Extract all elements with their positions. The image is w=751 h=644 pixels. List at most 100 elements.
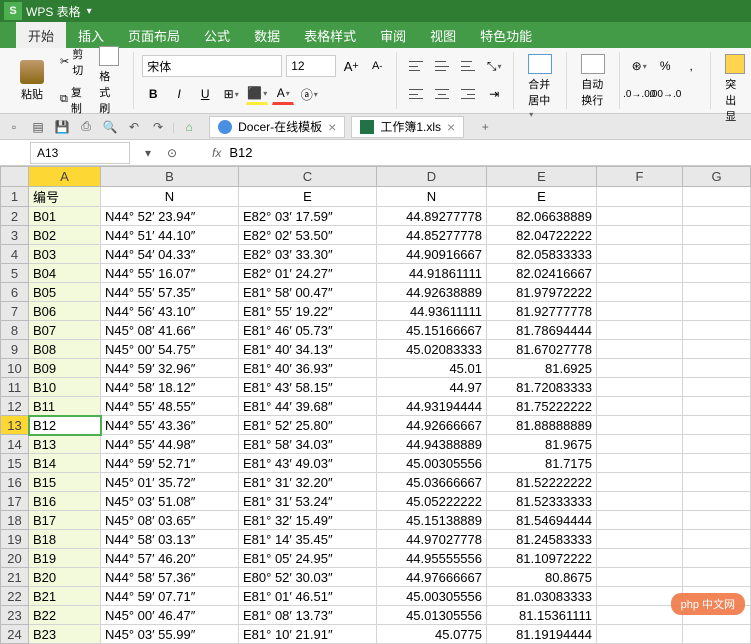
cell-17-E[interactable]: 81.52333333 xyxy=(487,492,597,511)
save-icon[interactable]: 💾 xyxy=(52,117,72,137)
cell-9-D[interactable]: 45.02083333 xyxy=(377,340,487,359)
cell-22-C[interactable]: E81° 01′ 46.51″ xyxy=(239,587,377,606)
cell-1-D[interactable]: N xyxy=(377,187,487,207)
cell-15-A[interactable]: B14 xyxy=(29,454,101,473)
row-header-1[interactable]: 1 xyxy=(1,187,29,207)
document-tab-1[interactable]: 工作簿1.xls× xyxy=(351,116,464,138)
cell-4-B[interactable]: N44° 54′ 04.33″ xyxy=(101,245,239,264)
cell-24-B[interactable]: N45° 03′ 55.99″ xyxy=(101,625,239,644)
align-top-button[interactable] xyxy=(405,55,427,77)
cell-15-E[interactable]: 81.7175 xyxy=(487,454,597,473)
cell-19-G[interactable] xyxy=(683,530,751,549)
row-header-21[interactable]: 21 xyxy=(1,568,29,587)
row-header-5[interactable]: 5 xyxy=(1,264,29,283)
cell-24-E[interactable]: 81.19194444 xyxy=(487,625,597,644)
cell-8-C[interactable]: E81° 46′ 05.73″ xyxy=(239,321,377,340)
cell-19-E[interactable]: 81.24583333 xyxy=(487,530,597,549)
cell-8-D[interactable]: 45.15166667 xyxy=(377,321,487,340)
cell-7-D[interactable]: 44.93611111 xyxy=(377,302,487,321)
cell-3-G[interactable] xyxy=(683,226,751,245)
cell-20-A[interactable]: B19 xyxy=(29,549,101,568)
cell-10-C[interactable]: E81° 40′ 36.93″ xyxy=(239,359,377,378)
cell-11-B[interactable]: N44° 58′ 18.12″ xyxy=(101,378,239,397)
new-file-icon[interactable]: ▫ xyxy=(4,117,24,137)
cell-15-C[interactable]: E81° 43′ 49.03″ xyxy=(239,454,377,473)
cell-8-E[interactable]: 81.78694444 xyxy=(487,321,597,340)
cell-9-F[interactable] xyxy=(597,340,683,359)
cell-23-A[interactable]: B22 xyxy=(29,606,101,625)
cell-22-E[interactable]: 81.03083333 xyxy=(487,587,597,606)
cell-10-F[interactable] xyxy=(597,359,683,378)
cell-3-E[interactable]: 82.04722222 xyxy=(487,226,597,245)
border-button[interactable]: ⊞▾ xyxy=(220,83,242,105)
cell-24-F[interactable] xyxy=(597,625,683,644)
cell-13-A[interactable]: B12 xyxy=(29,416,101,435)
cell-23-E[interactable]: 81.15361111 xyxy=(487,606,597,625)
cell-5-D[interactable]: 44.91861111 xyxy=(377,264,487,283)
cell-13-B[interactable]: N44° 55′ 43.36″ xyxy=(101,416,239,435)
cell-20-D[interactable]: 44.95555556 xyxy=(377,549,487,568)
row-header-15[interactable]: 15 xyxy=(1,454,29,473)
row-header-13[interactable]: 13 xyxy=(1,416,29,435)
cell-14-G[interactable] xyxy=(683,435,751,454)
cell-18-B[interactable]: N45° 08′ 03.65″ xyxy=(101,511,239,530)
row-header-16[interactable]: 16 xyxy=(1,473,29,492)
cell-17-B[interactable]: N45° 03′ 51.08″ xyxy=(101,492,239,511)
row-header-14[interactable]: 14 xyxy=(1,435,29,454)
cell-4-F[interactable] xyxy=(597,245,683,264)
cell-20-G[interactable] xyxy=(683,549,751,568)
cell-4-D[interactable]: 44.90916667 xyxy=(377,245,487,264)
cell-6-B[interactable]: N44° 55′ 57.35″ xyxy=(101,283,239,302)
cell-13-G[interactable] xyxy=(683,416,751,435)
cell-9-A[interactable]: B08 xyxy=(29,340,101,359)
row-header-4[interactable]: 4 xyxy=(1,245,29,264)
cell-20-F[interactable] xyxy=(597,549,683,568)
cell-12-B[interactable]: N44° 55′ 48.55″ xyxy=(101,397,239,416)
cell-17-G[interactable] xyxy=(683,492,751,511)
cell-21-E[interactable]: 80.8675 xyxy=(487,568,597,587)
close-icon[interactable]: × xyxy=(447,119,455,135)
font-size-select[interactable] xyxy=(286,55,336,77)
percent-button[interactable]: % xyxy=(654,55,676,77)
cell-14-D[interactable]: 44.94388889 xyxy=(377,435,487,454)
cell-18-F[interactable] xyxy=(597,511,683,530)
comma-button[interactable]: , xyxy=(680,55,702,77)
cell-3-A[interactable]: B02 xyxy=(29,226,101,245)
paste-button[interactable]: 粘贴 xyxy=(14,58,50,104)
row-header-2[interactable]: 2 xyxy=(1,207,29,226)
row-header-11[interactable]: 11 xyxy=(1,378,29,397)
cell-15-B[interactable]: N44° 59′ 52.71″ xyxy=(101,454,239,473)
cell-19-F[interactable] xyxy=(597,530,683,549)
font-name-select[interactable] xyxy=(142,55,282,77)
col-header-E[interactable]: E xyxy=(487,167,597,187)
cell-7-C[interactable]: E81° 55′ 19.22″ xyxy=(239,302,377,321)
title-dropdown-icon[interactable]: ▾ xyxy=(87,6,92,17)
row-header-12[interactable]: 12 xyxy=(1,397,29,416)
cell-20-B[interactable]: N44° 57′ 46.20″ xyxy=(101,549,239,568)
cell-17-C[interactable]: E81° 31′ 53.24″ xyxy=(239,492,377,511)
row-header-7[interactable]: 7 xyxy=(1,302,29,321)
cell-1-E[interactable]: E xyxy=(487,187,597,207)
row-header-24[interactable]: 24 xyxy=(1,625,29,644)
merge-center-button[interactable]: 合并居中▾ xyxy=(522,52,558,122)
cell-19-D[interactable]: 44.97027778 xyxy=(377,530,487,549)
align-bottom-button[interactable] xyxy=(457,55,479,77)
cell-10-A[interactable]: B09 xyxy=(29,359,101,378)
underline-button[interactable]: U xyxy=(194,83,216,105)
col-header-B[interactable]: B xyxy=(101,167,239,187)
cell-2-D[interactable]: 44.89277778 xyxy=(377,207,487,226)
decrease-font-button[interactable]: A- xyxy=(366,55,388,77)
col-header-A[interactable]: A xyxy=(29,167,101,187)
cell-22-A[interactable]: B21 xyxy=(29,587,101,606)
fx-label[interactable]: fx xyxy=(212,146,221,160)
menu-item-4[interactable]: 数据 xyxy=(242,22,292,48)
cell-21-G[interactable] xyxy=(683,568,751,587)
col-header-G[interactable]: G xyxy=(683,167,751,187)
cell-13-C[interactable]: E81° 52′ 25.80″ xyxy=(239,416,377,435)
cell-9-C[interactable]: E81° 40′ 34.13″ xyxy=(239,340,377,359)
cell-9-G[interactable] xyxy=(683,340,751,359)
cell-6-G[interactable] xyxy=(683,283,751,302)
cell-12-A[interactable]: B11 xyxy=(29,397,101,416)
cell-18-E[interactable]: 81.54694444 xyxy=(487,511,597,530)
cell-11-G[interactable] xyxy=(683,378,751,397)
